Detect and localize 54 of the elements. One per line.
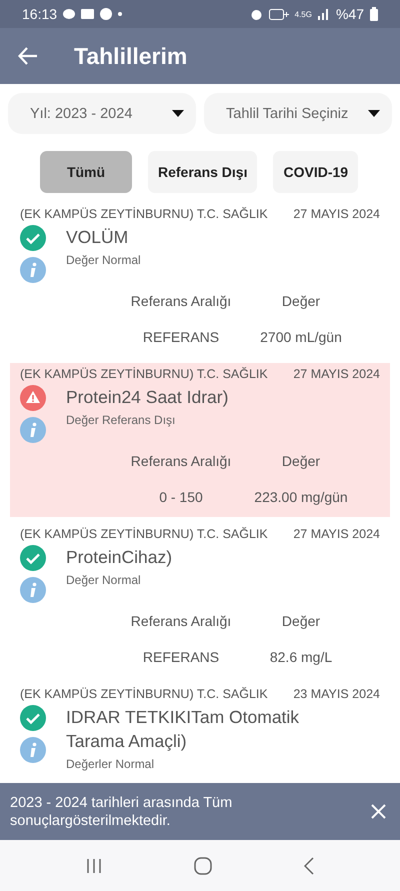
column-label: Değer bbox=[280, 293, 322, 309]
reference-range: REFERANS bbox=[142, 649, 220, 665]
test-name: ProteinCihaz) bbox=[66, 546, 174, 569]
close-button[interactable] bbox=[371, 804, 386, 819]
check-icon bbox=[20, 225, 46, 251]
hospital-name: (EK KAMPÜS ZEYTİNBURNU) T.C. SAĞLIK bbox=[20, 367, 268, 381]
result-value: 2700 mL/gün bbox=[259, 329, 343, 345]
alarm-icon bbox=[250, 8, 263, 20]
filter-button[interactable]: Tümü bbox=[40, 151, 132, 193]
result-date: 27 MAYIS 2024 bbox=[293, 207, 380, 221]
dropdown-caret-icon bbox=[172, 110, 184, 117]
dropdown[interactable]: Tahlil Tarihi Seçiniz bbox=[204, 93, 392, 134]
hd-icon bbox=[268, 8, 289, 20]
battery-percent: %47 bbox=[336, 6, 364, 22]
reference-range: 0 - 150 bbox=[158, 489, 204, 505]
result-note: Değerler Normal bbox=[66, 757, 156, 771]
check-icon bbox=[20, 705, 46, 731]
result-date: 23 MAYIS 2024 bbox=[293, 687, 380, 701]
result-note: Değer Normal bbox=[66, 573, 142, 587]
hospital-name: (EK KAMPÜS ZEYTİNBURNU) T.C. SAĞLIK bbox=[20, 527, 268, 541]
home-icon[interactable] bbox=[194, 856, 212, 874]
snackbar-message: 2023 - 2024 tarihleri arasında Tüm sonuçlargösterilmektedir. bbox=[10, 794, 234, 830]
dropdown-caret-icon bbox=[368, 110, 380, 117]
column-label: Değer bbox=[280, 453, 322, 469]
status-time: 16:13 bbox=[22, 6, 58, 22]
check-icon bbox=[20, 545, 46, 571]
back-button[interactable] bbox=[18, 47, 38, 65]
page-title: Tahlillerim bbox=[74, 42, 188, 70]
result-date: 27 MAYIS 2024 bbox=[293, 527, 380, 541]
signal-icon bbox=[318, 8, 330, 20]
test-name: Protein24 Saat Idrar) bbox=[66, 386, 230, 409]
column-label: Değer bbox=[280, 613, 322, 629]
recent-apps-icon[interactable] bbox=[86, 858, 102, 874]
network-type: 4.5G bbox=[294, 10, 312, 18]
result-date: 27 MAYIS 2024 bbox=[293, 367, 380, 381]
result-card-highlighted[interactable]: (EK KAMPÜS ZEYTİNBURNU) T.C. SAĞLIK 27 MAYIS 2024 Protein24 Saat Idrar) Değer Referans Dışı Referans Aralığı Değer 0 - 150 223.00 mg/gün bbox=[10, 363, 390, 517]
result-note: Değer Normal bbox=[66, 253, 142, 267]
hospital-name: (EK KAMPÜS ZEYTİNBURNU) T.C. SAĞLIK bbox=[20, 207, 268, 221]
result-value: 82.6 mg/L bbox=[268, 649, 334, 665]
warning-icon bbox=[20, 385, 46, 411]
result-value: 223.00 mg/gün bbox=[253, 489, 349, 505]
test-name: IDRAR TETKIKITam Otomatik Tarama Amaçli) bbox=[66, 706, 300, 753]
result-note: Değer Referans Dışı bbox=[66, 413, 176, 427]
dropdown[interactable]: Yıl: 2023 - 2024 bbox=[8, 93, 196, 134]
column-label: Referans Aralığı bbox=[130, 613, 232, 629]
filter-button[interactable]: COVID-19 bbox=[273, 151, 358, 193]
filter-button[interactable]: Referans Dışı bbox=[148, 151, 258, 193]
column-label: Referans Aralığı bbox=[130, 453, 232, 469]
battery-icon bbox=[370, 7, 378, 21]
hospital-name: (EK KAMPÜS ZEYTİNBURNU) T.C. SAĞLIK bbox=[20, 687, 268, 701]
reference-range: REFERANS bbox=[142, 329, 220, 345]
column-label: Referans Aralığı bbox=[130, 293, 232, 309]
test-name: VOLÜM bbox=[66, 226, 130, 249]
back-icon[interactable] bbox=[304, 856, 314, 874]
